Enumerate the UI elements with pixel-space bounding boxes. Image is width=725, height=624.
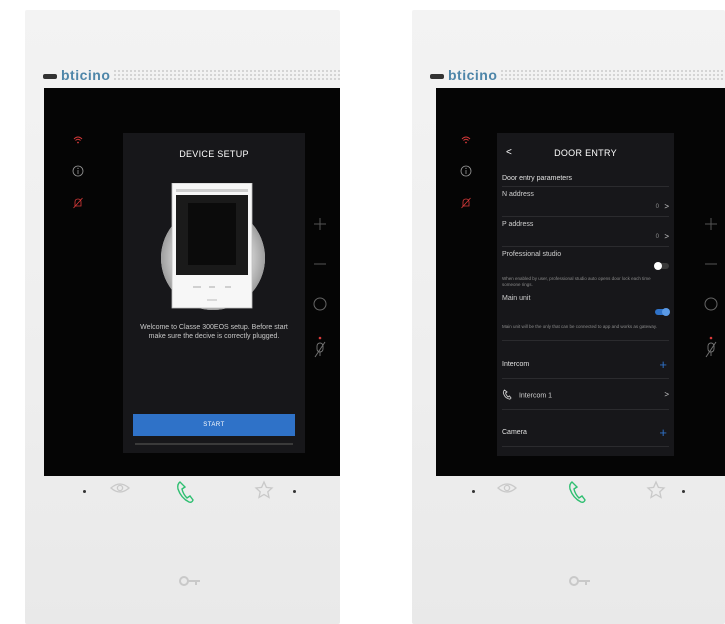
main-unit-toggle[interactable] bbox=[655, 308, 670, 316]
main-unit-label: Main unit bbox=[502, 295, 531, 302]
key-icon[interactable] bbox=[567, 573, 593, 589]
p-address-row[interactable]: P address 0 > bbox=[502, 221, 669, 241]
muted-bell-icon[interactable] bbox=[456, 197, 476, 229]
p-address-label: P address bbox=[502, 221, 534, 228]
eye-icon[interactable] bbox=[496, 480, 518, 501]
door-entry-header: < DOOR ENTRY bbox=[497, 145, 674, 163]
main-unit-note: Main unit will be the only that can be c… bbox=[502, 324, 658, 329]
welcome-message: Welcome to Classe 300EOS setup. Before s… bbox=[140, 324, 288, 340]
plus-icon[interactable] bbox=[699, 216, 723, 256]
divider bbox=[502, 246, 669, 247]
intercom-item-label: Intercom 1 bbox=[518, 392, 553, 400]
device-screen: < DOOR ENTRY Door entry parameters N add… bbox=[436, 88, 725, 476]
main-unit-row: Main unit bbox=[502, 295, 670, 316]
divider bbox=[502, 378, 669, 379]
page-title: DOOR ENTRY bbox=[554, 148, 617, 158]
device-screen: DEVICE SETUP Welcome to Classe 300EOS se… bbox=[44, 88, 340, 476]
professional-studio-toggle[interactable] bbox=[654, 262, 669, 270]
status-icons bbox=[68, 133, 88, 229]
n-address-row[interactable]: N address 0 > bbox=[502, 191, 669, 211]
start-button[interactable]: START bbox=[133, 414, 295, 436]
brand-logo: bticino bbox=[43, 67, 110, 83]
wifi-icon bbox=[68, 133, 88, 165]
star-icon[interactable] bbox=[254, 480, 274, 505]
indicator-dot bbox=[83, 490, 86, 493]
professional-studio-note: When enabled by user, professional studi… bbox=[502, 276, 651, 287]
bottom-buttons bbox=[25, 480, 340, 510]
setup-title: DEVICE SETUP bbox=[179, 149, 249, 159]
side-controls bbox=[699, 216, 723, 376]
intercom-list-item[interactable]: Intercom 1 > bbox=[502, 389, 669, 403]
minus-icon[interactable] bbox=[699, 256, 723, 296]
left-intercom-device: bticino DEVICE SETUP Welcome to Classe 3… bbox=[25, 10, 340, 624]
professional-studio-row: Professional studio bbox=[502, 251, 669, 270]
intercom-section: Intercom + bbox=[502, 357, 669, 375]
chevron-right-icon: > bbox=[664, 390, 669, 399]
star-icon[interactable] bbox=[646, 480, 666, 505]
key-icon[interactable] bbox=[177, 573, 203, 589]
n-address-value: 0 bbox=[655, 204, 659, 210]
phone-icon bbox=[502, 389, 512, 402]
wifi-icon bbox=[456, 133, 476, 165]
divider bbox=[502, 186, 669, 187]
minus-icon[interactable] bbox=[308, 256, 332, 296]
indicator-dot bbox=[682, 490, 685, 493]
scroll-indicator bbox=[135, 443, 293, 445]
brand-logo: bticino bbox=[430, 67, 497, 83]
right-intercom-device: bticino < DOOR ENTRY Door entry paramete… bbox=[412, 10, 725, 624]
intercom-label: Intercom bbox=[502, 361, 530, 368]
info-icon[interactable] bbox=[456, 165, 476, 197]
plus-icon[interactable] bbox=[308, 216, 332, 256]
divider bbox=[502, 216, 669, 217]
camera-label: Camera bbox=[502, 429, 527, 436]
mic-off-icon[interactable] bbox=[699, 336, 723, 376]
info-icon[interactable] bbox=[68, 165, 88, 197]
indicator-dot bbox=[472, 490, 475, 493]
status-icons bbox=[456, 133, 476, 229]
camera-section: Camera + bbox=[502, 425, 669, 443]
speaker-grille bbox=[113, 69, 340, 81]
divider bbox=[502, 409, 669, 410]
section-label: Door entry parameters bbox=[502, 175, 573, 182]
mic-off-icon[interactable] bbox=[308, 336, 332, 376]
side-controls bbox=[308, 216, 332, 376]
add-camera-icon[interactable]: + bbox=[659, 425, 667, 440]
device-setup-panel: DEVICE SETUP Welcome to Classe 300EOS se… bbox=[123, 133, 305, 453]
phone-icon[interactable] bbox=[567, 480, 587, 509]
phone-icon[interactable] bbox=[175, 480, 195, 509]
divider bbox=[502, 340, 669, 341]
speaker-grille bbox=[500, 69, 725, 81]
eye-icon[interactable] bbox=[109, 480, 131, 501]
circle-button-icon[interactable] bbox=[699, 296, 723, 336]
muted-bell-icon[interactable] bbox=[68, 197, 88, 229]
n-address-label: N address bbox=[502, 191, 534, 198]
bottom-buttons bbox=[412, 480, 725, 510]
add-intercom-icon[interactable]: + bbox=[659, 357, 667, 372]
chevron-right-icon: > bbox=[664, 202, 669, 211]
p-address-value: 0 bbox=[655, 234, 659, 240]
device-illustration bbox=[143, 182, 283, 313]
indicator-dot bbox=[293, 490, 296, 493]
door-entry-panel: < DOOR ENTRY Door entry parameters N add… bbox=[497, 133, 674, 456]
chevron-right-icon: > bbox=[664, 232, 669, 241]
professional-studio-label: Professional studio bbox=[502, 251, 562, 258]
divider bbox=[502, 446, 669, 447]
circle-button-icon[interactable] bbox=[308, 296, 332, 336]
